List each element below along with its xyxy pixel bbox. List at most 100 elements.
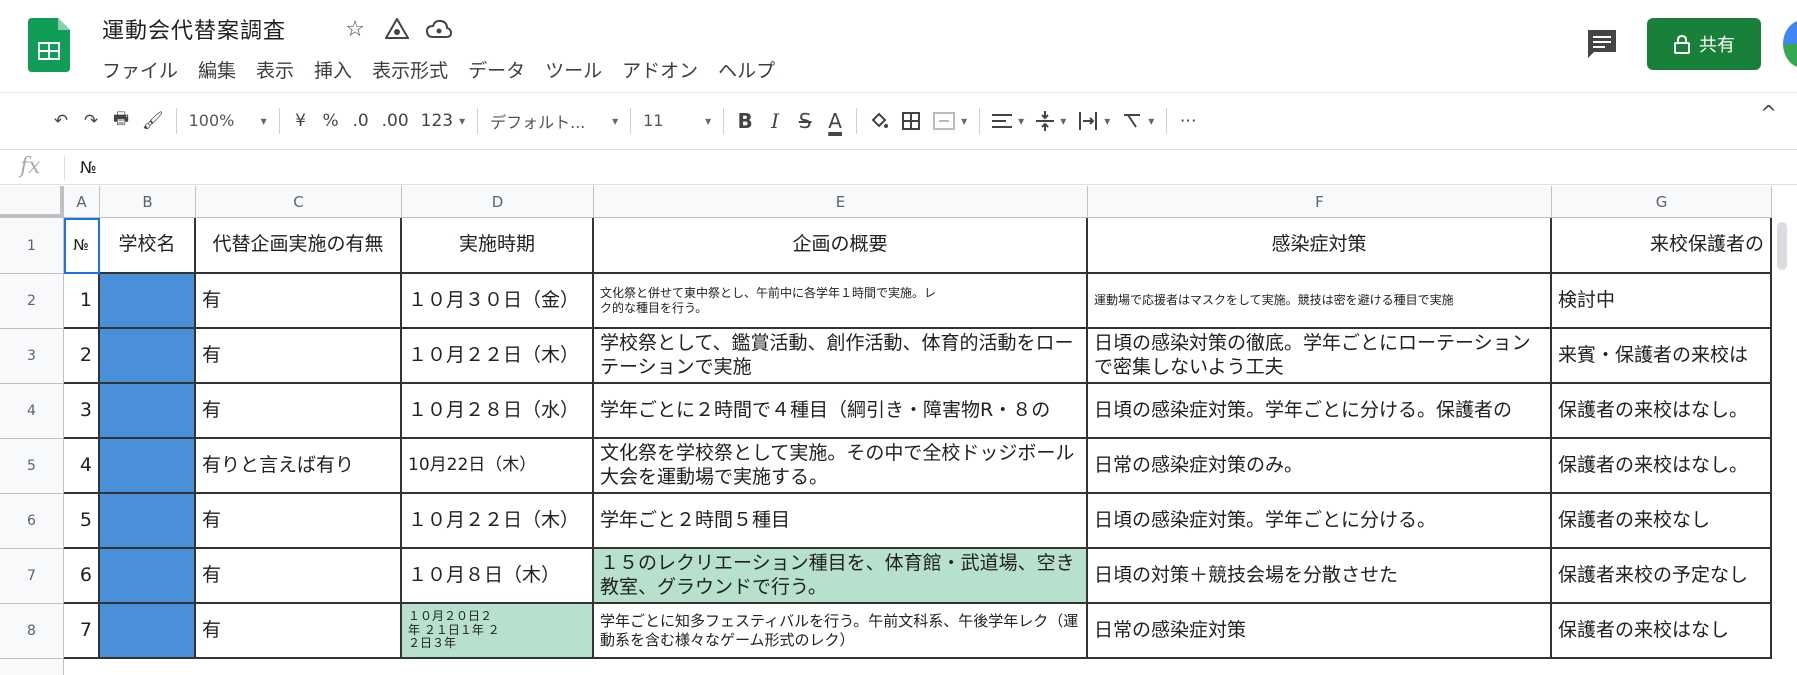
cell-school-redacted[interactable] <box>100 439 196 494</box>
formula-input[interactable]: № <box>80 158 97 177</box>
cell-summary[interactable]: １５のレクリエーション種目を、体育館・武道場、空き教室、グラウンドで行う。 <box>594 549 1088 604</box>
redo-icon[interactable]: ↷ <box>76 101 106 141</box>
row-header-8[interactable]: 8 <box>0 604 64 659</box>
menu-data[interactable]: データ <box>458 54 535 85</box>
cell-implemented[interactable]: 有 <box>196 384 402 439</box>
strikethrough-button[interactable]: S <box>790 101 820 141</box>
bold-button[interactable]: B <box>730 101 760 141</box>
cell-guardians[interactable]: 検討中 <box>1552 274 1772 329</box>
cell-date[interactable]: １０月２８日（水） <box>402 384 594 439</box>
move-to-folder-icon[interactable] <box>382 14 412 44</box>
row-header-6[interactable]: 6 <box>0 494 64 549</box>
cell-guardians[interactable]: 保護者の来校はなし <box>1552 604 1772 659</box>
cell-implemented[interactable]: 有 <box>196 604 402 659</box>
cell-school-redacted[interactable] <box>100 274 196 329</box>
cell-no[interactable]: 5 <box>64 494 100 549</box>
column-header-b[interactable]: B <box>100 186 196 218</box>
cell-infection[interactable]: 運動場で応援者はマスクをして実施。競技は密を避ける種目で実施 <box>1088 274 1552 329</box>
menu-tools[interactable]: ツール <box>535 54 612 85</box>
menu-edit[interactable]: 編集 <box>188 54 246 85</box>
cell-summary[interactable]: 学年ごとに知多フェスティバルを行う。午前文科系、午後学年レク（運動系を含む様々な… <box>594 604 1088 659</box>
column-header-f[interactable]: F <box>1088 186 1552 218</box>
cell-summary[interactable]: 文化祭と併せて東中祭とし、午前中に各学年１時間で実施。レク的な種目を行う。 <box>594 274 1088 329</box>
cell-date[interactable]: 10月22日（木） <box>402 439 594 494</box>
menu-view[interactable]: 表示 <box>246 54 304 85</box>
text-rotation-icon[interactable] <box>1116 101 1160 141</box>
font-size-select[interactable]: 11 <box>637 101 717 141</box>
menu-format[interactable]: 表示形式 <box>362 54 458 85</box>
cell-infection[interactable]: 日頃の感染対策の徹底。学年ごとにローテーションで密集しないよう工夫 <box>1088 329 1552 384</box>
italic-button[interactable]: I <box>760 101 790 141</box>
cell-summary[interactable]: 学年ごとに２時間で４種目（綱引き・障害物R・８の <box>594 384 1088 439</box>
menu-insert[interactable]: 挿入 <box>304 54 362 85</box>
cell-infection[interactable]: 日頃の感染症対策。学年ごとに分ける。 <box>1088 494 1552 549</box>
select-all-corner[interactable] <box>0 186 64 218</box>
cell-no[interactable]: 4 <box>64 439 100 494</box>
cell-school-redacted[interactable] <box>100 329 196 384</box>
font-family-select[interactable]: デフォルト... <box>484 101 624 141</box>
increase-decimal-button[interactable]: .00 <box>376 101 415 141</box>
cell-infection[interactable]: 日常の感染症対策のみ。 <box>1088 439 1552 494</box>
share-button[interactable]: 共有 <box>1647 18 1761 70</box>
column-header-d[interactable]: D <box>402 186 594 218</box>
row-header-1[interactable]: 1 <box>0 218 64 274</box>
header-cell-school[interactable]: 学校名 <box>100 218 196 274</box>
header-cell-date[interactable]: 実施時期 <box>402 218 594 274</box>
cell-implemented[interactable]: 有 <box>196 494 402 549</box>
cell-guardians[interactable]: 保護者の来校はなし。 <box>1552 439 1772 494</box>
cell-no[interactable]: 3 <box>64 384 100 439</box>
text-wrap-icon[interactable] <box>1072 101 1116 141</box>
cell-implemented[interactable]: 有 <box>196 274 402 329</box>
header-cell-summary[interactable]: 企画の概要 <box>594 218 1088 274</box>
account-avatar[interactable] <box>1783 20 1797 68</box>
cell-school-redacted[interactable] <box>100 494 196 549</box>
percent-format-button[interactable]: % <box>316 101 346 141</box>
collapse-menus-icon[interactable]: ^ <box>1760 101 1777 125</box>
cell-no[interactable]: 2 <box>64 329 100 384</box>
cell-date[interactable]: １０月３０日（金） <box>402 274 594 329</box>
star-icon[interactable]: ☆ <box>340 14 370 44</box>
cell-implemented[interactable]: 有りと言えば有り <box>196 439 402 494</box>
document-title[interactable]: 運動会代替案調査 <box>102 13 286 45</box>
row-header-2[interactable]: 2 <box>0 274 64 329</box>
borders-icon[interactable] <box>895 101 927 141</box>
cell-infection[interactable]: 日常の感染症対策 <box>1088 604 1552 659</box>
decrease-decimal-button[interactable]: .0 <box>346 101 376 141</box>
row-header-4[interactable]: 4 <box>0 384 64 439</box>
row-header-9[interactable] <box>0 659 64 675</box>
cell-no[interactable]: 6 <box>64 549 100 604</box>
cloud-status-icon[interactable] <box>424 14 454 44</box>
header-cell-implemented[interactable]: 代替企画実施の有無 <box>196 218 402 274</box>
cell-date[interactable]: １０月２２日（木） <box>402 494 594 549</box>
vertical-align-icon[interactable] <box>1030 101 1072 141</box>
cell-date[interactable]: １０月８日（木） <box>402 549 594 604</box>
cell-guardians[interactable]: 来賓・保護者の来校は <box>1552 329 1772 384</box>
menu-help[interactable]: ヘルプ <box>708 54 785 85</box>
header-cell-guardians[interactable]: 来校保護者の <box>1552 218 1772 274</box>
more-options-icon[interactable]: ⋯ <box>1173 101 1203 141</box>
cell-summary[interactable]: 学校祭として、鑑賞活動、創作活動、体育的活動をローテーションで実施 <box>594 329 1088 384</box>
print-icon[interactable]: 🖶 <box>106 101 136 141</box>
cell-guardians[interactable]: 保護者の来校なし <box>1552 494 1772 549</box>
cell-implemented[interactable]: 有 <box>196 329 402 384</box>
cell-school-redacted[interactable] <box>100 604 196 659</box>
column-header-g[interactable]: G <box>1552 186 1772 218</box>
cell-no[interactable]: 1 <box>64 274 100 329</box>
currency-format-button[interactable]: ¥ <box>286 101 316 141</box>
row-header-3[interactable]: 3 <box>0 329 64 384</box>
cell-date[interactable]: １０月２０日２年 ２１日１年 ２２日３年 <box>402 604 594 659</box>
vertical-scrollbar[interactable] <box>1777 222 1787 270</box>
column-header-c[interactable]: C <box>196 186 402 218</box>
cell-guardians[interactable]: 保護者の来校はなし。 <box>1552 384 1772 439</box>
paint-format-icon[interactable]: 🖌 <box>136 101 170 141</box>
cell-infection[interactable]: 日頃の対策＋競技会場を分散させた <box>1088 549 1552 604</box>
merge-cells-icon[interactable] <box>927 101 973 141</box>
cell-summary[interactable]: 学年ごと２時間５種目 <box>594 494 1088 549</box>
horizontal-align-icon[interactable] <box>986 101 1030 141</box>
number-format-select[interactable]: 123 <box>415 101 471 141</box>
menu-addons[interactable]: アドオン <box>612 54 708 85</box>
row-header-5[interactable]: 5 <box>0 439 64 494</box>
cell-summary[interactable]: 文化祭を学校祭として実施。その中で全校ドッジボール大会を運動場で実施する。 <box>594 439 1088 494</box>
cell-implemented[interactable]: 有 <box>196 549 402 604</box>
cell-guardians[interactable]: 保護者来校の予定なし <box>1552 549 1772 604</box>
